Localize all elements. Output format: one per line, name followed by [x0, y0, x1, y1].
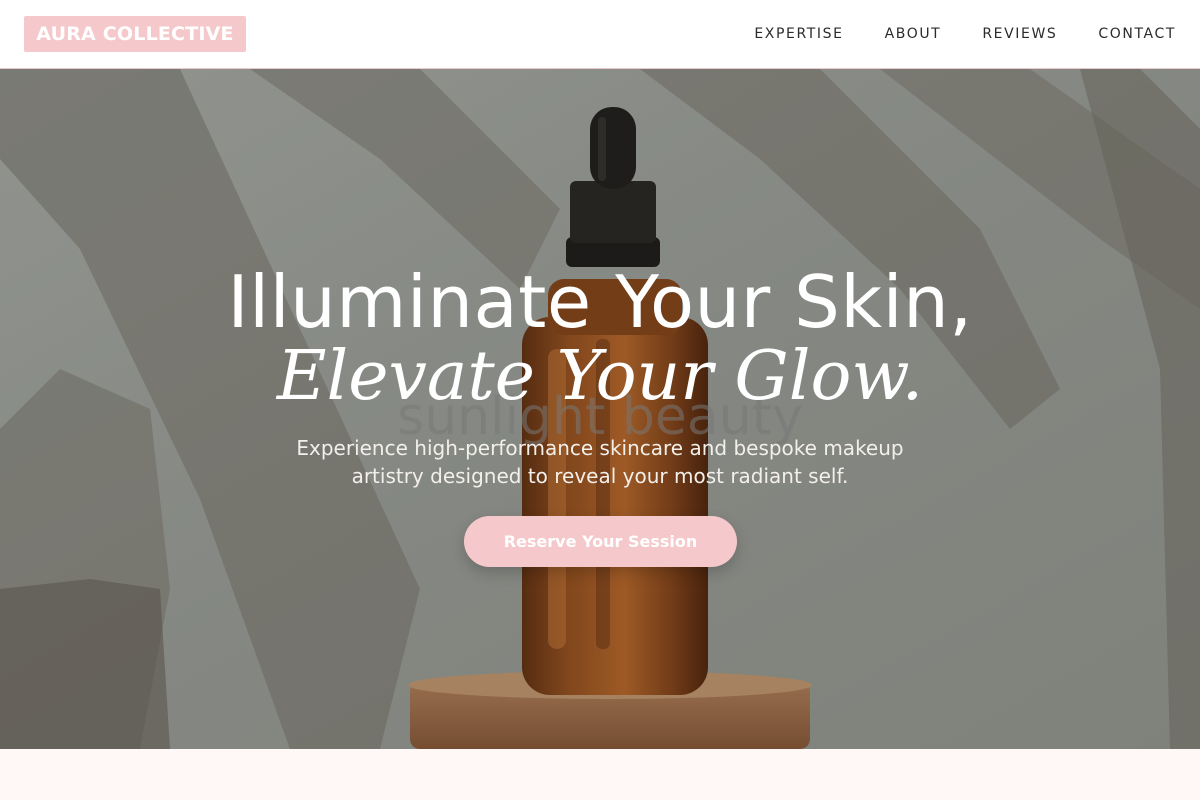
- hero-section: Illuminate Your Skin, sunlight beauty El…: [0, 69, 1200, 749]
- reserve-session-button[interactable]: Reserve Your Session: [464, 516, 737, 567]
- nav-link-about[interactable]: ABOUT: [885, 26, 942, 42]
- hero-headline-line1: Illuminate Your Skin,: [227, 260, 973, 344]
- hero-subtitle: Experience high-performance skincare and…: [296, 436, 904, 488]
- brand-logo[interactable]: AURA COLLECTIVE: [24, 16, 246, 52]
- nav-link-expertise[interactable]: EXPERTISE: [754, 26, 843, 42]
- nav-link-reviews[interactable]: REVIEWS: [982, 26, 1057, 42]
- hero-content: Illuminate Your Skin, sunlight beauty El…: [0, 69, 1200, 749]
- top-navigation-bar: AURA COLLECTIVE EXPERTISE ABOUT REVIEWS …: [0, 0, 1200, 69]
- main-nav: EXPERTISE ABOUT REVIEWS CONTACT: [713, 26, 1176, 42]
- next-section-strip: [0, 749, 1200, 800]
- nav-link-contact[interactable]: CONTACT: [1098, 26, 1176, 42]
- hero-headline-line2: Elevate Your Glow.: [276, 337, 924, 416]
